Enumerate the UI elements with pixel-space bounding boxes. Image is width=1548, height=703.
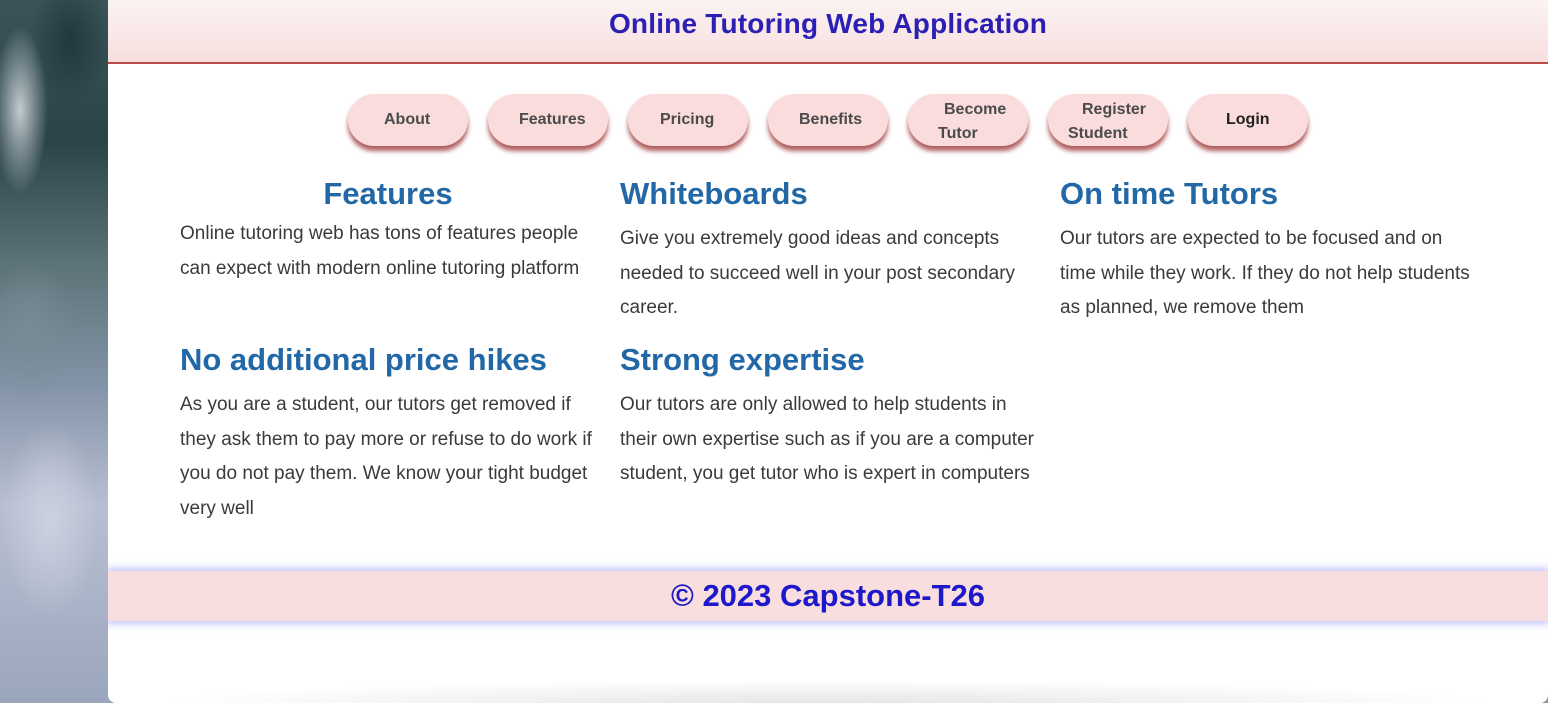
nav-become-tutor-label-line2: Tutor xyxy=(938,125,978,142)
nav-features-label: Features xyxy=(519,111,586,128)
nav-pricing-label: Pricing xyxy=(660,111,715,128)
section-whiteboards-title: Whiteboards xyxy=(620,176,808,211)
section-whiteboards: Whiteboards Give you extremely good idea… xyxy=(620,176,1040,326)
section-features-text: Online tutoring web has tons of features… xyxy=(180,223,580,279)
section-strong-expertise-title: Strong expertise xyxy=(620,342,865,377)
page-header: Online Tutoring Web Application xyxy=(108,0,1548,64)
section-strong-expertise: Strong expertise Our tutors are only all… xyxy=(620,342,1040,492)
section-no-price-hikes: No additional price hikes As you are a s… xyxy=(180,342,600,526)
section-on-time-tutors: On time Tutors Our tutors are expected t… xyxy=(1060,176,1480,326)
nav-become-tutor-button[interactable]: Become Tutor xyxy=(908,94,1028,146)
section-features-title: Features xyxy=(323,176,453,211)
nav-benefits-button[interactable]: Benefits xyxy=(768,94,888,146)
nav-register-student-label-line2: Student xyxy=(1068,125,1128,142)
section-no-price-hikes-title: No additional price hikes xyxy=(180,342,547,377)
main-nav: About Features Pricing Benefits Become T… xyxy=(108,92,1548,150)
page-footer: © 2023 Capstone-T26 xyxy=(108,571,1548,621)
nav-pricing-button[interactable]: Pricing xyxy=(628,94,748,146)
section-on-time-tutors-title: On time Tutors xyxy=(1060,176,1279,211)
section-on-time-tutors-text: Our tutors are expected to be focused an… xyxy=(1060,228,1470,318)
nav-about-label: About xyxy=(384,111,431,128)
nav-login-label: Login xyxy=(1226,111,1270,128)
section-whiteboards-text: Give you extremely good ideas and concep… xyxy=(620,228,1016,318)
nav-register-student-button[interactable]: Register Student xyxy=(1048,94,1168,146)
section-no-price-hikes-text: As you are a student, our tutors get rem… xyxy=(180,394,592,519)
nav-features-button[interactable]: Features xyxy=(488,94,608,146)
nav-benefits-label: Benefits xyxy=(799,111,863,128)
browser-window: Online Tutoring Web Application About Fe… xyxy=(108,0,1548,703)
window-bottom-shadow xyxy=(148,680,1508,703)
page-title: Online Tutoring Web Application xyxy=(608,8,1048,39)
desktop-background xyxy=(0,0,110,703)
nav-register-student-label-line1: Register xyxy=(1082,101,1147,118)
nav-login-button[interactable]: Login xyxy=(1188,94,1308,146)
nav-become-tutor-label-line1: Become xyxy=(944,101,1007,118)
nav-about-button[interactable]: About xyxy=(348,94,468,146)
section-features: Features Online tutoring web has tons of… xyxy=(180,176,600,286)
section-strong-expertise-text: Our tutors are only allowed to help stud… xyxy=(620,394,1034,484)
footer-copyright: © 2023 Capstone-T26 xyxy=(670,578,985,613)
